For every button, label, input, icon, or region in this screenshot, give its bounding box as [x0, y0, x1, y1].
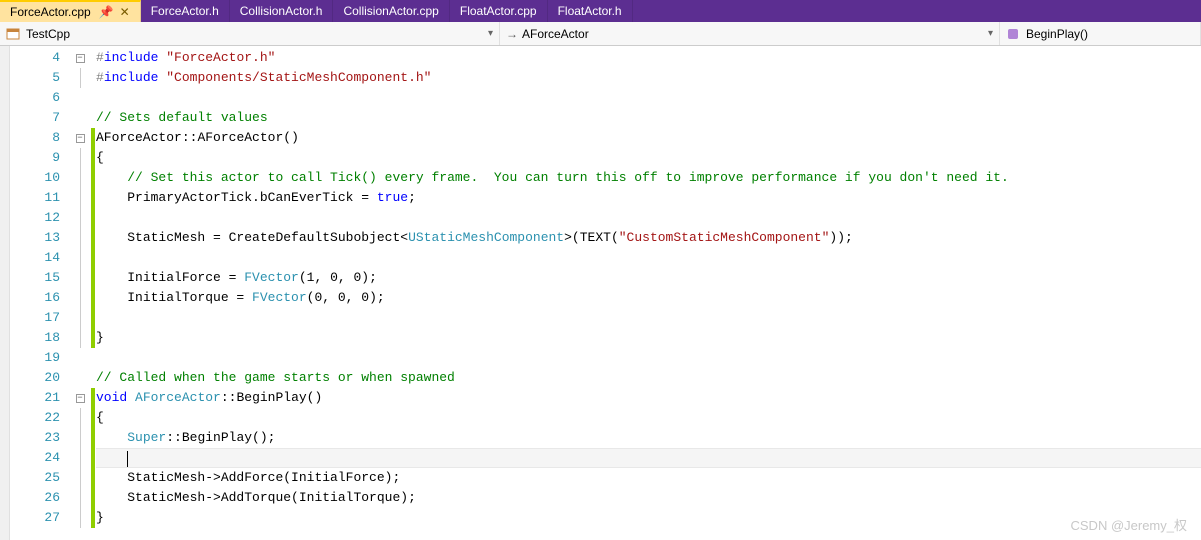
fold-cell — [70, 188, 90, 208]
tab-label: FloatActor.h — [558, 4, 622, 18]
fold-cell[interactable]: − — [70, 48, 90, 68]
tab-collisionactor-cpp[interactable]: CollisionActor.cpp — [333, 0, 449, 22]
line-number: 27 — [10, 508, 60, 528]
line-number: 5 — [10, 68, 60, 88]
nav-scope-label: TestCpp — [26, 27, 70, 41]
fold-cell — [70, 88, 90, 108]
fold-cell — [70, 308, 90, 328]
nav-method-label: BeginPlay() — [1026, 27, 1088, 41]
fold-cell — [70, 208, 90, 228]
fold-cell — [70, 228, 90, 248]
fold-cell — [70, 168, 90, 188]
fold-cell — [70, 148, 90, 168]
tab-label: FloatActor.cpp — [460, 4, 537, 18]
line-number: 26 — [10, 488, 60, 508]
fold-toggle-icon[interactable]: − — [76, 134, 85, 143]
nav-method-dropdown[interactable]: BeginPlay() — [1000, 22, 1201, 45]
fold-cell — [70, 248, 90, 268]
line-number: 16 — [10, 288, 60, 308]
chevron-down-icon: ▾ — [488, 28, 493, 39]
fold-cell — [70, 348, 90, 368]
fold-cell — [70, 468, 90, 488]
line-number: 20 — [10, 368, 60, 388]
nav-class-label: AForceActor — [522, 27, 589, 41]
fold-cell — [70, 268, 90, 288]
method-icon — [1006, 27, 1020, 41]
line-number: 11 — [10, 188, 60, 208]
line-number: 15 — [10, 268, 60, 288]
line-number: 19 — [10, 348, 60, 368]
nav-scope-dropdown[interactable]: TestCpp ▾ — [0, 22, 500, 45]
line-number: 14 — [10, 248, 60, 268]
line-number: 25 — [10, 468, 60, 488]
fold-column: − − − — [70, 46, 90, 540]
fold-toggle-icon[interactable]: − — [76, 54, 85, 63]
fold-cell — [70, 288, 90, 308]
code-editor[interactable]: 4567891011121314151617181920212223242526… — [0, 46, 1201, 540]
line-number: 21 — [10, 388, 60, 408]
line-number: 12 — [10, 208, 60, 228]
line-number: 24 — [10, 448, 60, 468]
line-number: 9 — [10, 148, 60, 168]
tab-forceactor-h[interactable]: ForceActor.h — [141, 0, 230, 22]
fold-cell — [70, 328, 90, 348]
fold-toggle-icon[interactable]: − — [76, 394, 85, 403]
tab-forceactor-cpp[interactable]: ForceActor.cpp 📌 ✕ — [0, 0, 141, 22]
pin-icon[interactable]: 📌 — [99, 5, 114, 19]
tab-collisionactor-h[interactable]: CollisionActor.h — [230, 0, 334, 22]
current-line[interactable] — [96, 448, 1201, 468]
fold-cell — [70, 368, 90, 388]
fold-cell — [70, 408, 90, 428]
line-number: 23 — [10, 428, 60, 448]
fold-cell — [70, 428, 90, 448]
line-number: 8 — [10, 128, 60, 148]
tab-label: CollisionActor.h — [240, 4, 323, 18]
tab-label: CollisionActor.cpp — [343, 4, 438, 18]
line-number: 22 — [10, 408, 60, 428]
margin-indicator — [0, 46, 10, 540]
nav-class-dropdown[interactable]: → AForceActor ▾ — [500, 22, 1000, 45]
line-number-gutter: 4567891011121314151617181920212223242526… — [10, 46, 70, 540]
chevron-down-icon: ▾ — [988, 28, 993, 39]
line-number: 18 — [10, 328, 60, 348]
tab-label: ForceActor.h — [151, 4, 219, 18]
tab-floatactor-h[interactable]: FloatActor.h — [548, 0, 633, 22]
fold-cell — [70, 508, 90, 528]
tabs-bar: ForceActor.cpp 📌 ✕ ForceActor.h Collisio… — [0, 0, 1201, 22]
arrow-icon: → — [506, 27, 518, 41]
text-caret — [127, 451, 128, 467]
nav-bar: TestCpp ▾ → AForceActor ▾ BeginPlay() — [0, 22, 1201, 46]
project-icon — [6, 27, 20, 41]
fold-cell — [70, 488, 90, 508]
tab-floatactor-cpp[interactable]: FloatActor.cpp — [450, 0, 548, 22]
line-number: 6 — [10, 88, 60, 108]
line-number: 7 — [10, 108, 60, 128]
close-icon[interactable]: ✕ — [120, 5, 130, 19]
fold-cell — [70, 448, 90, 468]
fold-cell — [70, 108, 90, 128]
tab-label: ForceActor.cpp — [10, 5, 91, 19]
fold-cell[interactable]: − — [70, 388, 90, 408]
line-number: 10 — [10, 168, 60, 188]
line-number: 13 — [10, 228, 60, 248]
line-number: 17 — [10, 308, 60, 328]
code-area[interactable]: #include "ForceActor.h" #include "Compon… — [96, 46, 1201, 540]
fold-cell — [70, 68, 90, 88]
line-number: 4 — [10, 48, 60, 68]
fold-cell[interactable]: − — [70, 128, 90, 148]
